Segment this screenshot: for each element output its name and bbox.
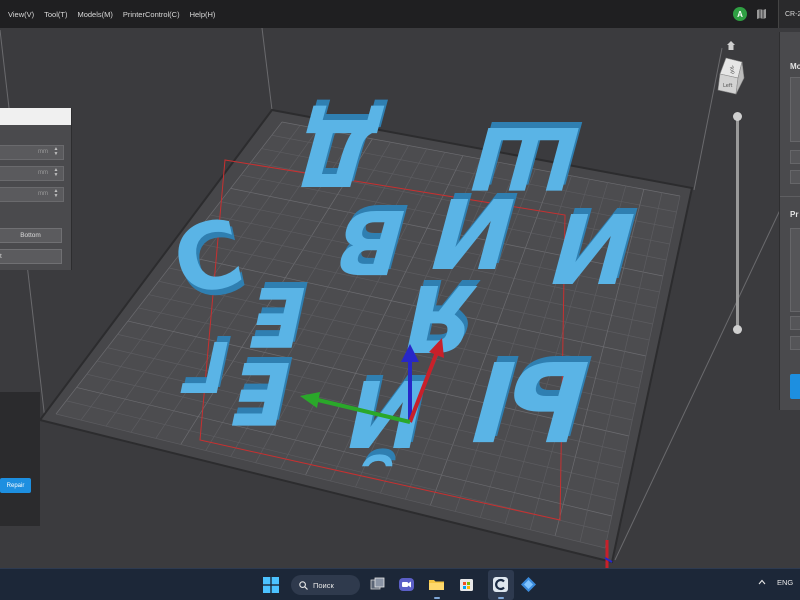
- layer-slider-track[interactable]: [736, 115, 739, 330]
- windows-taskbar: Поиск ENG: [0, 568, 800, 600]
- map-icon[interactable]: [757, 9, 766, 19]
- profile-section-label: Pr: [790, 210, 799, 219]
- spinner-icon[interactable]: ▲ ▼: [52, 168, 60, 179]
- build-plate-scene: Д Д Ш Ш В В И И И И С С Е Е Я Я Е Е Ы Ы …: [0, 28, 781, 568]
- file-explorer-icon[interactable]: [428, 576, 445, 593]
- spinner-icon[interactable]: ▲ ▼: [52, 189, 60, 200]
- running-indicator: [498, 597, 504, 599]
- right-settings-panel: Mo Pr: [779, 32, 800, 410]
- view-cube-left-label: Left: [723, 83, 732, 89]
- start-icon[interactable]: [263, 577, 279, 593]
- repair-button[interactable]: Repair: [0, 478, 31, 493]
- model-list[interactable]: [790, 77, 800, 142]
- printer-selector[interactable]: CR-2: [778, 0, 800, 28]
- menu-models[interactable]: Models(M): [77, 10, 112, 19]
- app-window: View(V) Tool(T) Models(M) PrinterControl…: [0, 0, 800, 568]
- teams-icon[interactable]: [398, 576, 415, 593]
- panel-button-4[interactable]: [790, 336, 800, 350]
- chevron-up-icon[interactable]: [758, 578, 766, 586]
- panel-button-1[interactable]: [790, 150, 800, 164]
- layer-slider-top-handle[interactable]: [733, 112, 742, 121]
- left-tool-dialog: mm ▲ ▼ mm ▲ ▼ mm ▲ ▼ Bottom t: [0, 108, 72, 270]
- panel-button-2[interactable]: [790, 170, 800, 184]
- unit-label: mm: [38, 170, 48, 176]
- 3d-viewport[interactable]: Д Д Ш Ш В В И И И И С С Е Е Я Я Е Е Ы Ы …: [0, 28, 800, 568]
- layer-slider-bottom-handle[interactable]: [733, 325, 742, 334]
- menubar: View(V) Tool(T) Models(M) PrinterControl…: [0, 0, 800, 28]
- size-y-field[interactable]: mm ▲ ▼: [0, 166, 64, 181]
- menu-view[interactable]: View(V): [8, 10, 34, 19]
- taskbar-search[interactable]: Поиск: [291, 575, 360, 595]
- menu-tool[interactable]: Tool(T): [44, 10, 67, 19]
- unit-label: mm: [38, 191, 48, 197]
- search-label: Поиск: [313, 580, 334, 590]
- copilot-icon[interactable]: [520, 576, 537, 593]
- home-icon[interactable]: [727, 41, 735, 50]
- view-cube[interactable]: Top Left: [712, 56, 752, 96]
- creality-print-icon[interactable]: [492, 576, 509, 593]
- reset-button[interactable]: t: [0, 249, 62, 264]
- dialog-title-bar: [0, 108, 71, 125]
- size-z-field[interactable]: mm ▲ ▼: [0, 187, 64, 202]
- model-section-label: Mo: [790, 62, 800, 71]
- slice-button[interactable]: [790, 374, 800, 399]
- profile-list[interactable]: [790, 228, 800, 312]
- running-indicator: [434, 597, 440, 599]
- unit-label: mm: [38, 149, 48, 155]
- size-x-field[interactable]: mm ▲ ▼: [0, 145, 64, 160]
- task-view-icon[interactable]: [369, 576, 386, 593]
- divider: [780, 196, 800, 197]
- search-icon: [299, 580, 308, 590]
- menu-items: View(V) Tool(T) Models(M) PrinterControl…: [8, 10, 215, 19]
- store-icon[interactable]: [458, 576, 475, 593]
- language-indicator[interactable]: ENG: [777, 578, 793, 587]
- bottom-button[interactable]: Bottom: [0, 228, 62, 243]
- left-repair-panel: [0, 392, 40, 526]
- top-right-controls: A CR-2: [733, 0, 800, 28]
- panel-button-3[interactable]: [790, 316, 800, 330]
- user-avatar[interactable]: A: [733, 7, 747, 21]
- menu-printer-control[interactable]: PrinterControl(C): [123, 10, 180, 19]
- menu-help[interactable]: Help(H): [190, 10, 216, 19]
- spinner-icon[interactable]: ▲ ▼: [52, 147, 60, 158]
